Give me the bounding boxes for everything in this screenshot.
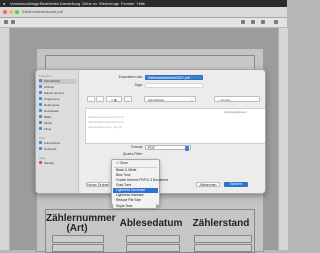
menu-edit[interactable]: Bearbeiten — [40, 0, 59, 7]
favorites-header: Favoriten — [39, 74, 52, 78]
list-item[interactable]: Zählerablesekarte2019.pdf — [88, 115, 124, 119]
sidebar-item-movies[interactable]: Filme — [39, 127, 76, 132]
sidebar-item-recents[interactable]: Zuletzt benutzt — [39, 91, 76, 96]
format-select[interactable]: PDF — [145, 145, 191, 151]
rotate-icon[interactable] — [261, 20, 265, 24]
apple-menu-icon[interactable]: ● — [3, 0, 5, 7]
group-button[interactable]: ⋯ — [124, 96, 132, 102]
menu-help[interactable]: Hilfe — [137, 0, 145, 7]
column-header-date[interactable]: Änderungsdatum — [224, 110, 247, 114]
toolbar — [0, 18, 287, 28]
applications-icon — [39, 97, 42, 101]
thumbnail-sidebar — [0, 28, 10, 250]
download-icon — [39, 109, 42, 113]
tags-input[interactable] — [145, 83, 203, 88]
tags-header: Tags — [39, 156, 46, 160]
meter-table: Zählernummer (Art) Ablesedatum Zählersta… — [45, 209, 255, 253]
menu-app[interactable]: Vorschau — [10, 0, 27, 7]
table-cell — [126, 235, 180, 243]
sidebar-item-downloads[interactable]: Downloads — [39, 109, 76, 114]
desktop-icon — [39, 79, 42, 83]
menubar: ● Vorschau Ablage Bearbeiten Darstellung… — [0, 0, 287, 7]
sidebar-item-documents[interactable]: Dokumente — [39, 103, 76, 108]
inspector-sidebar — [278, 28, 288, 250]
list-item[interactable]: Zählerablesekarte_alt.pdf — [88, 125, 122, 129]
movies-icon — [39, 127, 42, 131]
sidebar-item-applications[interactable]: Programme — [39, 97, 76, 102]
close-window-icon[interactable] — [3, 10, 7, 14]
cloud-icon — [39, 141, 42, 145]
markup-icon[interactable] — [251, 20, 255, 24]
search-field[interactable]: ⌕ Suchen — [214, 96, 260, 102]
sidebar-item-tag-red[interactable]: Wichtig — [39, 161, 76, 166]
list-item[interactable]: Zählerablesekarte2020.pdf — [88, 120, 124, 124]
export-as-label: Exportieren als: — [118, 75, 143, 79]
menu-file[interactable]: Ablage — [27, 0, 39, 7]
sidebar-item-network[interactable]: Netzwerk — [39, 147, 76, 152]
window-title: Zählerablesenkarte.pdf — [22, 9, 63, 14]
header-meter-reading: Zählerstand — [192, 218, 250, 229]
network-icon — [39, 147, 42, 151]
export-filename-input[interactable]: Zählerablesekarte2021.pdf — [145, 75, 203, 80]
menu-view[interactable]: Darstellung — [60, 0, 80, 7]
menu-item-sepia-tone-label[interactable]: Sepia Tone — [112, 204, 157, 209]
quartz-filter-menu: ✓ Ohne Black & White Blue Tone Create Ge… — [111, 159, 168, 206]
back-button[interactable]: ‹ — [87, 96, 95, 102]
sidebar-item-icloud[interactable]: iCloud Drive — [39, 141, 76, 146]
sidebar-item-desktop[interactable]: Schreibtisch — [39, 79, 76, 84]
cancel-button[interactable]: Abbrechen — [196, 182, 220, 187]
view-mode-button[interactable]: ≡ ▦ — [106, 96, 122, 102]
sidebar-item-music[interactable]: Musik — [39, 121, 76, 126]
header-reading-date: Ablesedatum — [119, 218, 183, 229]
pictures-icon — [39, 115, 42, 119]
finder-sidebar: Favoriten Schreibtisch AirDrop Zuletzt b… — [36, 70, 79, 193]
new-folder-button[interactable]: Neuer Ordner — [86, 182, 110, 187]
locations-header: Orte — [39, 136, 45, 140]
quartz-filter-label: Quartz-Filter: — [122, 152, 143, 156]
airdrop-icon — [39, 85, 42, 89]
location-popup[interactable]: Schreibtisch ⌄ — [144, 96, 196, 102]
chevron-down-icon: ⌄ — [190, 98, 193, 102]
format-label: Format: — [130, 145, 143, 149]
magnifier-icon: ⌕ — [218, 98, 220, 102]
share-icon[interactable] — [241, 20, 245, 24]
file-list: Änderungsdatum Zählerablesekarte2019.pdf… — [85, 108, 265, 144]
sidebar-item-pictures[interactable]: Bilder — [39, 115, 76, 120]
zoom-window-icon[interactable] — [15, 10, 19, 14]
table-cell — [52, 244, 104, 252]
table-cell — [194, 244, 252, 252]
menu-go[interactable]: Gehe zu — [82, 0, 97, 7]
forward-button[interactable]: › — [96, 96, 104, 102]
document-icon — [39, 103, 42, 107]
music-icon — [39, 121, 42, 125]
minimize-window-icon[interactable] — [9, 10, 13, 14]
menu-item-none[interactable]: ✓ Ohne — [113, 161, 158, 166]
window-titlebar: Zählerablesenkarte.pdf — [0, 7, 287, 18]
table-cell — [194, 235, 252, 243]
tags-label: Tags: — [134, 83, 143, 87]
table-cell — [52, 235, 104, 243]
table-cell — [126, 244, 180, 252]
header-meter-number: Zählernummer (Art) — [46, 213, 116, 234]
zoom-out-icon[interactable] — [11, 20, 15, 24]
clock-icon — [39, 91, 42, 95]
menu-window[interactable]: Fenster — [121, 0, 135, 7]
popup-arrows-icon — [185, 146, 189, 151]
menu-tools[interactable]: Werkzeuge — [99, 0, 119, 7]
sidebar-toggle-icon[interactable] — [4, 20, 8, 24]
search-icon[interactable] — [274, 20, 278, 24]
red-tag-icon — [39, 161, 42, 165]
sidebar-item-airdrop[interactable]: AirDrop — [39, 85, 76, 90]
save-button[interactable]: Sichern — [224, 182, 248, 187]
